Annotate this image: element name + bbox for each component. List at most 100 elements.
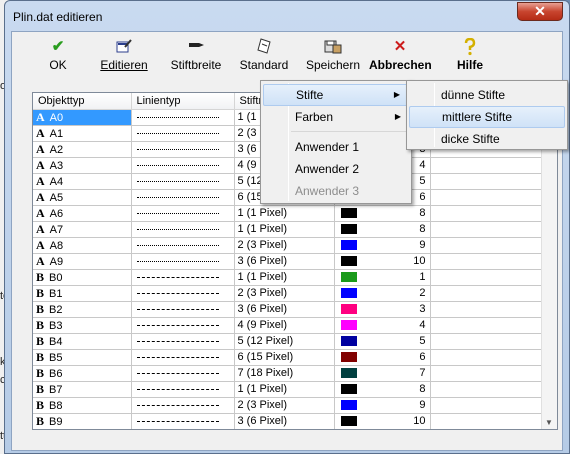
stift-cell[interactable]: 1 (1 Pixel) [234,269,335,286]
stift-cell[interactable]: 2 (3 Pixel) [234,285,335,302]
objekttyp-cell[interactable]: A A6 [33,205,132,222]
extra-cell[interactable] [430,205,544,222]
farbe-cell[interactable]: 8 [334,381,431,398]
farbe-cell[interactable]: 8 [334,205,431,222]
linientyp-cell[interactable] [131,237,235,254]
linientyp-cell[interactable] [131,301,235,318]
linientyp-cell[interactable] [131,109,235,126]
scroll-down-icon[interactable]: ▼ [545,418,553,427]
linientyp-cell[interactable] [131,269,235,286]
stift-cell[interactable]: 7 (18 Pixel) [234,365,335,382]
table-row[interactable]: B B6 7 (18 Pixel) 7 [33,365,544,382]
extra-cell[interactable] [430,157,544,174]
column-header-objekttyp[interactable]: Objekttyp [33,93,132,110]
table-row[interactable]: A A8 2 (3 Pixel) 9 [33,237,544,254]
menu-item-stifte[interactable]: Stifte ▶ [263,84,409,106]
table-row[interactable]: B B8 2 (3 Pixel) 9 [33,397,544,414]
table-row[interactable]: B B4 5 (12 Pixel) 5 [33,333,544,350]
table-row[interactable]: B B2 3 (6 Pixel) 3 [33,301,544,318]
menu-item-farben[interactable]: Farben ▶ [263,106,409,128]
hilfe-button[interactable]: Hilfe [452,37,488,78]
objekttyp-cell[interactable]: A A2 [33,141,132,158]
farbe-cell[interactable]: 3 [334,301,431,318]
extra-cell[interactable] [430,173,544,190]
extra-cell[interactable] [430,237,544,254]
extra-cell[interactable] [430,285,544,302]
title-bar[interactable]: Plin.dat editieren ✕ [5,1,569,31]
linientyp-cell[interactable] [131,157,235,174]
table-row[interactable]: B B3 4 (9 Pixel) 4 [33,317,544,334]
extra-cell[interactable] [430,253,544,270]
stift-cell[interactable]: 3 (6 Pixel) [234,301,335,318]
extra-cell[interactable] [430,397,544,414]
stift-cell[interactable]: 2 (3 Pixel) [234,397,335,414]
abbrechen-button[interactable]: ✕ Abbrechen [369,38,432,78]
extra-cell[interactable] [430,189,544,206]
objekttyp-cell[interactable]: A A5 [33,189,132,206]
menu-item-anwender-1[interactable]: Anwender 1 [263,136,409,158]
linientyp-cell[interactable] [131,173,235,190]
objekttyp-cell[interactable]: B B8 [33,397,132,414]
farbe-cell[interactable]: 8 [334,221,431,238]
stift-cell[interactable]: 1 (1 Pixel) [234,381,335,398]
extra-cell[interactable] [430,333,544,350]
linientyp-cell[interactable] [131,125,235,142]
linientyp-cell[interactable] [131,381,235,398]
linientyp-cell[interactable] [131,413,235,429]
menu-item-dicke-stifte[interactable]: dicke Stifte [409,128,565,150]
linientyp-cell[interactable] [131,397,235,414]
farbe-cell[interactable]: 9 [334,237,431,254]
extra-cell[interactable] [430,349,544,366]
stift-cell[interactable]: 2 (3 Pixel) [234,237,335,254]
objekttyp-cell[interactable]: A A0 [33,109,132,126]
stift-cell[interactable]: 5 (12 Pixel) [234,333,335,350]
speichern-button[interactable]: Speichern [302,38,364,78]
farbe-cell[interactable]: 4 [334,317,431,334]
menu-item-anwender-2[interactable]: Anwender 2 [263,158,409,180]
extra-cell[interactable] [430,221,544,238]
linientyp-cell[interactable] [131,285,235,302]
extra-cell[interactable] [430,365,544,382]
objekttyp-cell[interactable]: A A8 [33,237,132,254]
editieren-button[interactable]: Editieren [96,38,152,78]
extra-cell[interactable] [430,381,544,398]
farbe-cell[interactable]: 2 [334,285,431,302]
column-header-linientyp[interactable]: Linientyp [131,93,235,110]
standard-button[interactable]: Standard [236,38,292,78]
menu-item-d-nne-stifte[interactable]: dünne Stifte [409,84,565,106]
objekttyp-cell[interactable]: B B6 [33,365,132,382]
objekttyp-cell[interactable]: B B3 [33,317,132,334]
farbe-cell[interactable]: 5 [334,333,431,350]
farbe-cell[interactable]: 9 [334,397,431,414]
linientyp-cell[interactable] [131,349,235,366]
farbe-cell[interactable]: 6 [334,349,431,366]
table-row[interactable]: A A6 1 (1 Pixel) 8 [33,205,544,222]
close-button[interactable]: ✕ [517,2,563,21]
objekttyp-cell[interactable]: A A4 [33,173,132,190]
stift-cell[interactable]: 1 (1 Pixel) [234,221,335,238]
objekttyp-cell[interactable]: B B9 [33,413,132,429]
linientyp-cell[interactable] [131,253,235,270]
stiftbreite-button[interactable]: Stiftbreite [166,38,226,78]
objekttyp-cell[interactable]: A A1 [33,125,132,142]
table-row[interactable]: A A9 3 (6 Pixel) 10 [33,253,544,270]
objekttyp-cell[interactable]: B B5 [33,349,132,366]
menu-item-mittlere-stifte[interactable]: mittlere Stifte [409,106,565,128]
stift-cell[interactable]: 3 (6 Pixel) [234,253,335,270]
stift-cell[interactable]: 3 (6 Pixel) [234,413,335,429]
farbe-cell[interactable]: 7 [334,365,431,382]
ok-button[interactable]: ✔ OK [38,38,78,78]
extra-cell[interactable] [430,413,544,429]
linientyp-cell[interactable] [131,333,235,350]
table-row[interactable]: B B0 1 (1 Pixel) 1 [33,269,544,286]
linientyp-cell[interactable] [131,221,235,238]
linientyp-cell[interactable] [131,317,235,334]
extra-cell[interactable] [430,317,544,334]
extra-cell[interactable] [430,269,544,286]
farbe-cell[interactable]: 1 [334,269,431,286]
objekttyp-cell[interactable]: B B2 [33,301,132,318]
linientyp-cell[interactable] [131,205,235,222]
linientyp-cell[interactable] [131,189,235,206]
table-row[interactable]: A A7 1 (1 Pixel) 8 [33,221,544,238]
table-row[interactable]: B B5 6 (15 Pixel) 6 [33,349,544,366]
